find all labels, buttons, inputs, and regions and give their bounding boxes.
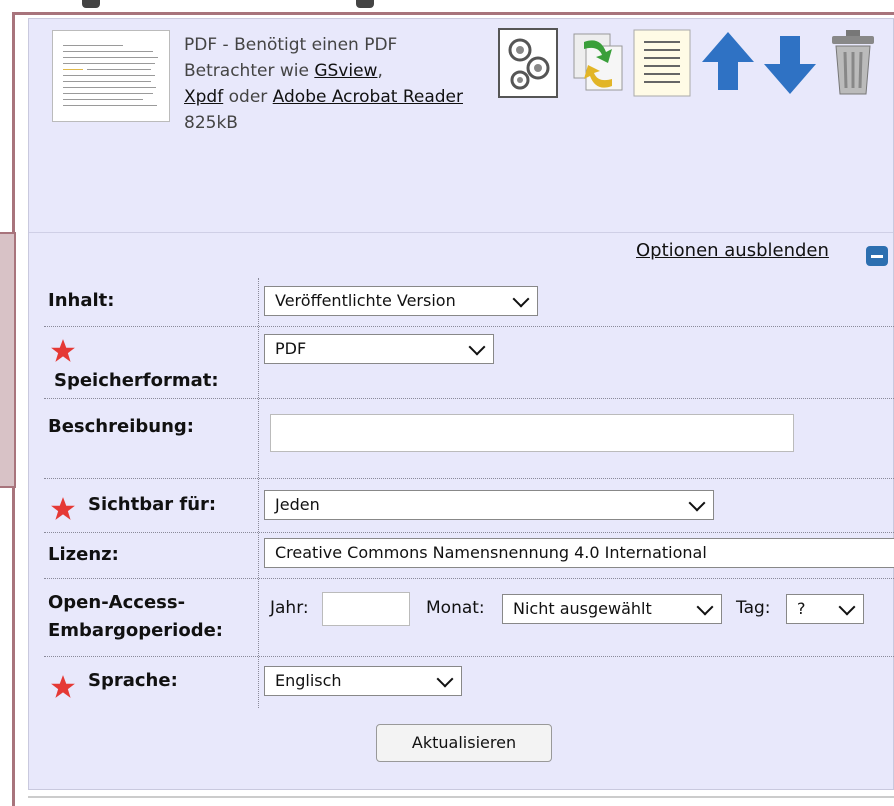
license-label: Lizenz:: [48, 544, 119, 565]
format-select[interactable]: PDF: [264, 334, 494, 364]
thumb-line: [63, 69, 83, 70]
required-star-icon: [50, 496, 76, 522]
arrow-up-icon[interactable]: [700, 28, 756, 98]
month-select[interactable]: Nicht ausgewählt: [502, 594, 722, 624]
gears-icon[interactable]: [498, 28, 558, 98]
visible-select[interactable]: Jeden: [264, 490, 714, 520]
format-label: Speicherformat:: [54, 370, 219, 391]
separator-or: oder: [223, 87, 273, 107]
day-select[interactable]: ?: [786, 594, 864, 624]
row-divider: [44, 478, 894, 479]
collapse-icon[interactable]: [866, 246, 888, 266]
thumb-line: [63, 87, 156, 88]
year-label: Jahr:: [270, 598, 309, 618]
row-divider: [44, 578, 894, 579]
replace-icon[interactable]: [568, 28, 628, 98]
description-label: Beschreibung:: [48, 416, 194, 437]
update-button[interactable]: Aktualisieren: [376, 724, 552, 762]
visible-value: Jeden: [275, 495, 320, 514]
row-divider: [44, 656, 894, 657]
thumb-line: [63, 45, 123, 46]
acrobat-link[interactable]: Adobe Acrobat Reader: [273, 87, 463, 107]
language-select[interactable]: Englisch: [264, 666, 462, 696]
trash-icon[interactable]: [828, 28, 878, 98]
visible-label: Sichtbar für:: [88, 494, 217, 515]
thumb-line: [63, 51, 153, 52]
chevron-down-icon: [696, 598, 714, 616]
thumb-line: [63, 99, 143, 100]
description-input[interactable]: [270, 414, 794, 452]
license-value: Creative Commons Namensnennung 4.0 Inter…: [275, 543, 707, 562]
embargo-label-line2: Embargoperiode:: [48, 620, 224, 641]
content-value: Veröffentlichte Version: [275, 291, 456, 310]
required-star-icon: [50, 338, 76, 364]
month-label: Monat:: [426, 598, 485, 618]
content-select[interactable]: Veröffentlichte Version: [264, 286, 538, 316]
thumb-line: [87, 69, 151, 70]
chevron-down-icon: [838, 598, 856, 616]
thumb-line: [63, 63, 155, 64]
row-divider: [44, 532, 894, 533]
arrow-down-icon[interactable]: [762, 28, 818, 98]
gsview-link[interactable]: GSview: [314, 61, 377, 81]
tab-handle-right: [356, 0, 374, 8]
form-column-divider: [258, 278, 259, 708]
chevron-down-icon: [512, 290, 530, 308]
embargo-label-line1: Open-Access-: [48, 592, 186, 613]
details-icon[interactable]: [632, 28, 692, 98]
tab-handle-left: [82, 0, 100, 8]
license-select[interactable]: Creative Commons Namensnennung 4.0 Inter…: [264, 538, 894, 568]
hide-options-link[interactable]: Optionen ausblenden: [636, 240, 829, 261]
section-divider: [29, 232, 893, 233]
xpdf-link[interactable]: Xpdf: [184, 87, 223, 107]
file-size: 825kB: [184, 113, 238, 133]
language-label: Sprache:: [88, 670, 178, 691]
side-handle[interactable]: [0, 232, 16, 488]
content-label: Inhalt:: [48, 290, 115, 311]
separator-comma: ,: [377, 61, 383, 81]
thumb-line: [63, 81, 151, 82]
chevron-down-icon: [468, 338, 486, 356]
year-input[interactable]: [322, 592, 410, 626]
document-thumbnail[interactable]: [52, 30, 170, 122]
thumb-line: [63, 105, 157, 106]
bottom-rule: [28, 796, 894, 798]
row-divider: [44, 326, 894, 327]
format-value: PDF: [275, 339, 307, 358]
required-star-icon: [50, 674, 76, 700]
chevron-down-icon: [436, 670, 454, 688]
day-label: Tag:: [736, 598, 771, 618]
month-value: Nicht ausgewählt: [513, 599, 652, 618]
thumb-line: [63, 93, 153, 94]
language-value: Englisch: [275, 671, 342, 690]
row-divider: [44, 398, 894, 399]
file-info: PDF - Benötigt einen PDF Betrachter wie …: [184, 32, 484, 136]
day-value: ?: [797, 599, 806, 618]
thumb-line: [63, 57, 158, 58]
chevron-down-icon: [688, 494, 706, 512]
thumb-line: [63, 75, 155, 76]
file-type: PDF: [184, 35, 218, 55]
